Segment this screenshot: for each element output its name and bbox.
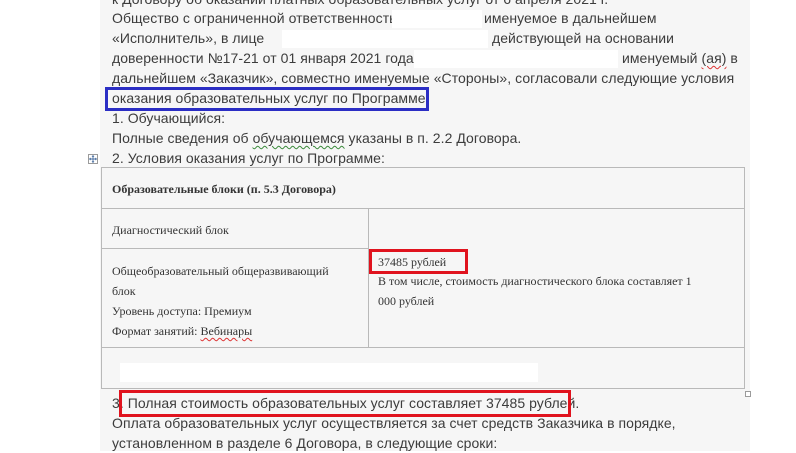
- paragraph-line: Общество с ограниченной ответственностью: [112, 10, 408, 26]
- paragraph-line: действующей на основании: [492, 30, 675, 46]
- redacted-field: [282, 30, 488, 48]
- move-arrows-icon[interactable]: [88, 154, 98, 164]
- redacted-field: [392, 10, 482, 28]
- services-table: Образовательные блоки (п. 5.3 Договора) …: [101, 167, 745, 389]
- paragraph-line: «Исполнитель», в лице: [112, 30, 265, 46]
- table-cell: Диагностический блок: [112, 223, 229, 237]
- paragraph-line: установленном в разделе 6 Договора, в сл…: [112, 435, 498, 451]
- paragraph-line: Оплата образовательных услуг осуществляе…: [112, 415, 676, 431]
- red-highlight-box: [369, 249, 468, 274]
- table-resize-handle[interactable]: [745, 391, 751, 397]
- table-header: Образовательные блоки (п. 5.3 Договора): [112, 182, 336, 196]
- redacted-field: [120, 363, 538, 382]
- paragraph-line: именуемое в дальнейшем: [484, 10, 657, 26]
- paragraph-line: Полные сведения об обучающемся указаны в…: [112, 130, 522, 146]
- paragraph-line: 2. Условия оказания услуг по Программе:: [112, 150, 385, 166]
- paragraph-line: доверенности №17-21 от 01 января 2021 го…: [112, 50, 430, 66]
- table-cell: Уровень доступа: Премиум: [112, 304, 252, 318]
- table-cell: Формат занятий: Вебинары: [112, 324, 253, 338]
- paragraph-line: именуемый (ая) в: [622, 50, 738, 66]
- paragraph-line: 1. Обучающийся:: [112, 110, 226, 126]
- table-cell: Общеобразовательный общеразвивающий: [112, 264, 329, 278]
- redacted-field: [414, 50, 618, 68]
- table-cell: блок: [112, 284, 136, 298]
- table-cell: В том числе, стоимость диагностического …: [378, 274, 692, 288]
- table-cell: 000 рублей: [378, 294, 435, 308]
- paragraph-line: дальнейшем «Заказчик», совместно именуем…: [112, 70, 735, 86]
